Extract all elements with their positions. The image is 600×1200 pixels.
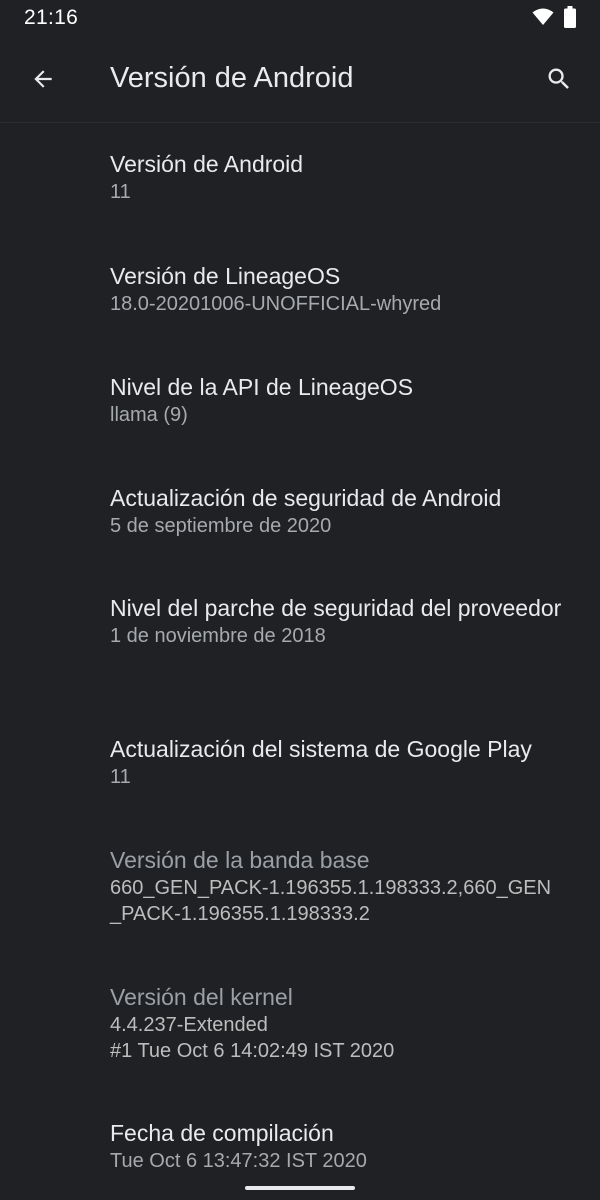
pref-title: Nivel del parche de seguridad del provee… xyxy=(110,595,562,621)
pref-android-version[interactable]: Versión de Android 11 xyxy=(110,149,580,205)
search-icon xyxy=(545,65,573,98)
pref-summary: 5 de septiembre de 2020 xyxy=(110,515,332,537)
gesture-nav-handle[interactable] xyxy=(245,1186,355,1190)
pref-summary: llama (9) xyxy=(110,404,188,426)
pref-title: Versión de LineageOS xyxy=(110,263,341,289)
pref-android-security-update[interactable]: Actualización de seguridad de Android 5 … xyxy=(110,483,580,539)
back-button[interactable] xyxy=(22,60,64,102)
pref-title: Actualización del sistema de Google Play xyxy=(110,736,532,762)
arrow-back-icon xyxy=(30,66,56,97)
screen: 21:16 Versión de Android Versión de Andr… xyxy=(0,0,600,1200)
pref-title: Nivel de la API de LineageOS xyxy=(110,374,414,400)
pref-build-date[interactable]: Fecha de compilación Tue Oct 6 13:47:32 … xyxy=(110,1118,580,1174)
battery-icon xyxy=(564,5,576,33)
pref-summary: 660_GEN_PACK-1.196355.1.198333.2,660_GEN… xyxy=(110,877,552,925)
pref-vendor-security-patch[interactable]: Nivel del parche de seguridad del provee… xyxy=(110,593,580,649)
pref-summary: 11 xyxy=(110,181,131,203)
pref-lineageos-version[interactable]: Versión de LineageOS 18.0-20201006-UNOFF… xyxy=(110,261,580,317)
pref-lineageos-api-level[interactable]: Nivel de la API de LineageOS llama (9) xyxy=(110,372,580,428)
app-bar: Versión de Android xyxy=(0,40,600,123)
status-bar: 21:16 xyxy=(0,0,600,40)
pref-summary: 1 de noviembre de 2018 xyxy=(110,625,326,647)
pref-summary: Tue Oct 6 13:47:32 IST 2020 xyxy=(110,1150,367,1172)
page-title: Versión de Android xyxy=(110,62,354,94)
pref-title: Actualización de seguridad de Android xyxy=(110,485,502,511)
pref-title: Versión de Android xyxy=(110,151,304,177)
status-icons xyxy=(532,5,576,33)
search-button[interactable] xyxy=(538,60,580,102)
pref-title: Versión de la banda base xyxy=(110,847,370,873)
pref-google-play-system-update[interactable]: Actualización del sistema de Google Play… xyxy=(110,734,580,790)
wifi-icon xyxy=(532,8,554,31)
pref-baseband-version: Versión de la banda base 660_GEN_PACK-1.… xyxy=(110,845,580,927)
status-time: 21:16 xyxy=(24,6,79,29)
pref-title: Versión del kernel xyxy=(110,984,293,1010)
pref-summary: 11 xyxy=(110,766,131,788)
pref-title: Fecha de compilación xyxy=(110,1120,334,1146)
pref-summary: 18.0-20201006-UNOFFICIAL-whyred xyxy=(110,293,442,315)
pref-kernel-version: Versión del kernel 4.4.237-Extended #1 T… xyxy=(110,982,580,1064)
pref-summary: 4.4.237-Extended #1 Tue Oct 6 14:02:49 I… xyxy=(110,1014,395,1062)
